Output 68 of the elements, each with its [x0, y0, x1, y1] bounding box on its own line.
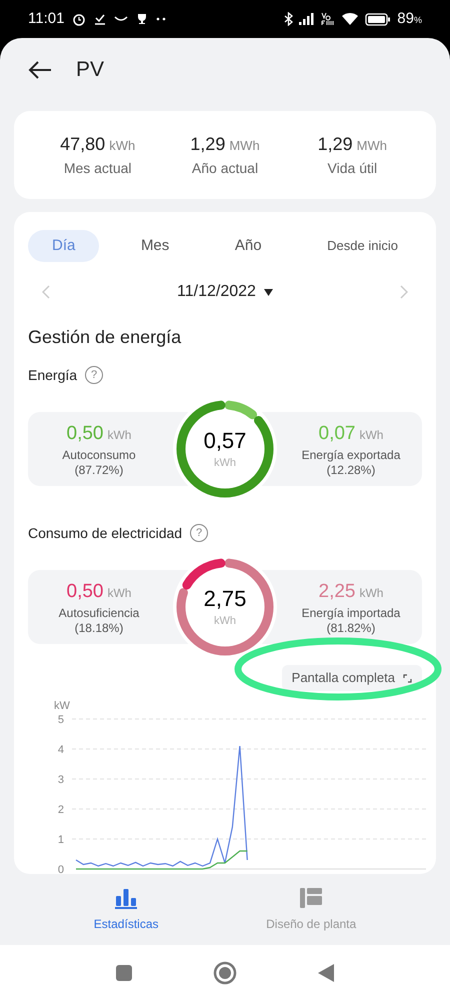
- curve-icon: [114, 15, 128, 23]
- back-arrow-icon[interactable]: [28, 61, 52, 79]
- y-tick-label: 1: [58, 834, 64, 846]
- summary-label: Mes actual: [64, 159, 132, 178]
- status-time: 11:01: [28, 8, 64, 29]
- stat-value: 0,50: [66, 422, 104, 446]
- help-icon[interactable]: ?: [190, 524, 208, 542]
- stat-percent: (87.72%): [74, 463, 124, 478]
- gauge-title: Energía: [28, 366, 78, 385]
- summary-value: 1,29: [318, 133, 353, 156]
- signal-icon: [299, 13, 316, 25]
- y-tick-label: 3: [58, 774, 64, 786]
- more-dots-icon: [156, 17, 166, 21]
- trophy-icon: [136, 13, 148, 25]
- date-picker[interactable]: 11/12/2022: [177, 280, 273, 304]
- total-unit: kWh: [214, 614, 236, 628]
- vowifi-icon: [321, 12, 336, 26]
- summary-unit: kWh: [109, 137, 136, 155]
- summary-label: Año actual: [192, 159, 258, 178]
- back-icon[interactable]: [317, 962, 335, 982]
- battery-level: 89%: [397, 8, 422, 29]
- y-tick-label: 4: [58, 744, 64, 756]
- stat-label: Autosuficiencia: [58, 606, 140, 622]
- battery-icon: [365, 12, 392, 26]
- bluetooth-icon: [284, 12, 294, 26]
- alarm-icon: [72, 12, 86, 26]
- stat-label: Autoconsumo: [62, 448, 136, 464]
- bar-chart-icon: [114, 886, 138, 908]
- home-icon[interactable]: [213, 960, 237, 984]
- stat-unit: kWh: [107, 584, 132, 602]
- y-tick-label: 2: [58, 804, 64, 816]
- summary-value: 1,29: [190, 133, 226, 156]
- page-title: PV: [76, 57, 104, 84]
- recents-icon[interactable]: [115, 964, 133, 982]
- period-tab[interactable]: Desde inicio: [303, 230, 422, 262]
- total-unit: kWh: [214, 456, 236, 470]
- stat-percent: (18.18%): [74, 621, 124, 636]
- download-done-icon: [94, 13, 106, 25]
- period-tab[interactable]: Mes: [116, 230, 194, 262]
- stat-value: 2,25: [318, 580, 356, 604]
- stat-percent: (81.82%): [326, 621, 376, 636]
- help-icon[interactable]: ?: [85, 366, 104, 384]
- stat-unit: kWh: [359, 426, 384, 444]
- total-value: 2,75: [204, 585, 246, 612]
- stat-percent: (12.28%): [326, 463, 376, 478]
- fullscreen-button[interactable]: Pantalla completa: [282, 665, 422, 691]
- summary-unit: MWh: [229, 137, 260, 155]
- period-tab[interactable]: Año: [210, 230, 286, 262]
- y-tick-label: 5: [58, 714, 64, 726]
- summary-value: 47,80: [60, 133, 106, 156]
- axis-unit: kW: [54, 700, 70, 712]
- total-value: 0,57: [204, 427, 246, 454]
- y-tick-label: 0: [58, 864, 64, 876]
- section-title: Gestión de energía: [27, 326, 182, 349]
- gauge-title: Consumo de electricidad: [28, 524, 182, 542]
- wifi-icon: [341, 12, 360, 26]
- stat-value: 0,07: [318, 422, 356, 446]
- expand-icon: [403, 674, 412, 682]
- summary-label: Vida útil: [328, 159, 378, 178]
- stat-unit: kWh: [107, 426, 132, 444]
- layout-icon: [299, 886, 324, 908]
- summary-unit: MWh: [356, 137, 388, 155]
- stat-label: Energía exportada: [302, 448, 400, 464]
- stat-unit: kWh: [359, 584, 384, 602]
- stat-label: Energía importada: [302, 606, 400, 622]
- stat-value: 0,50: [66, 580, 104, 604]
- bottom-tab[interactable]: Estadísticas: [94, 886, 158, 932]
- dropdown-caret-icon: [264, 288, 273, 296]
